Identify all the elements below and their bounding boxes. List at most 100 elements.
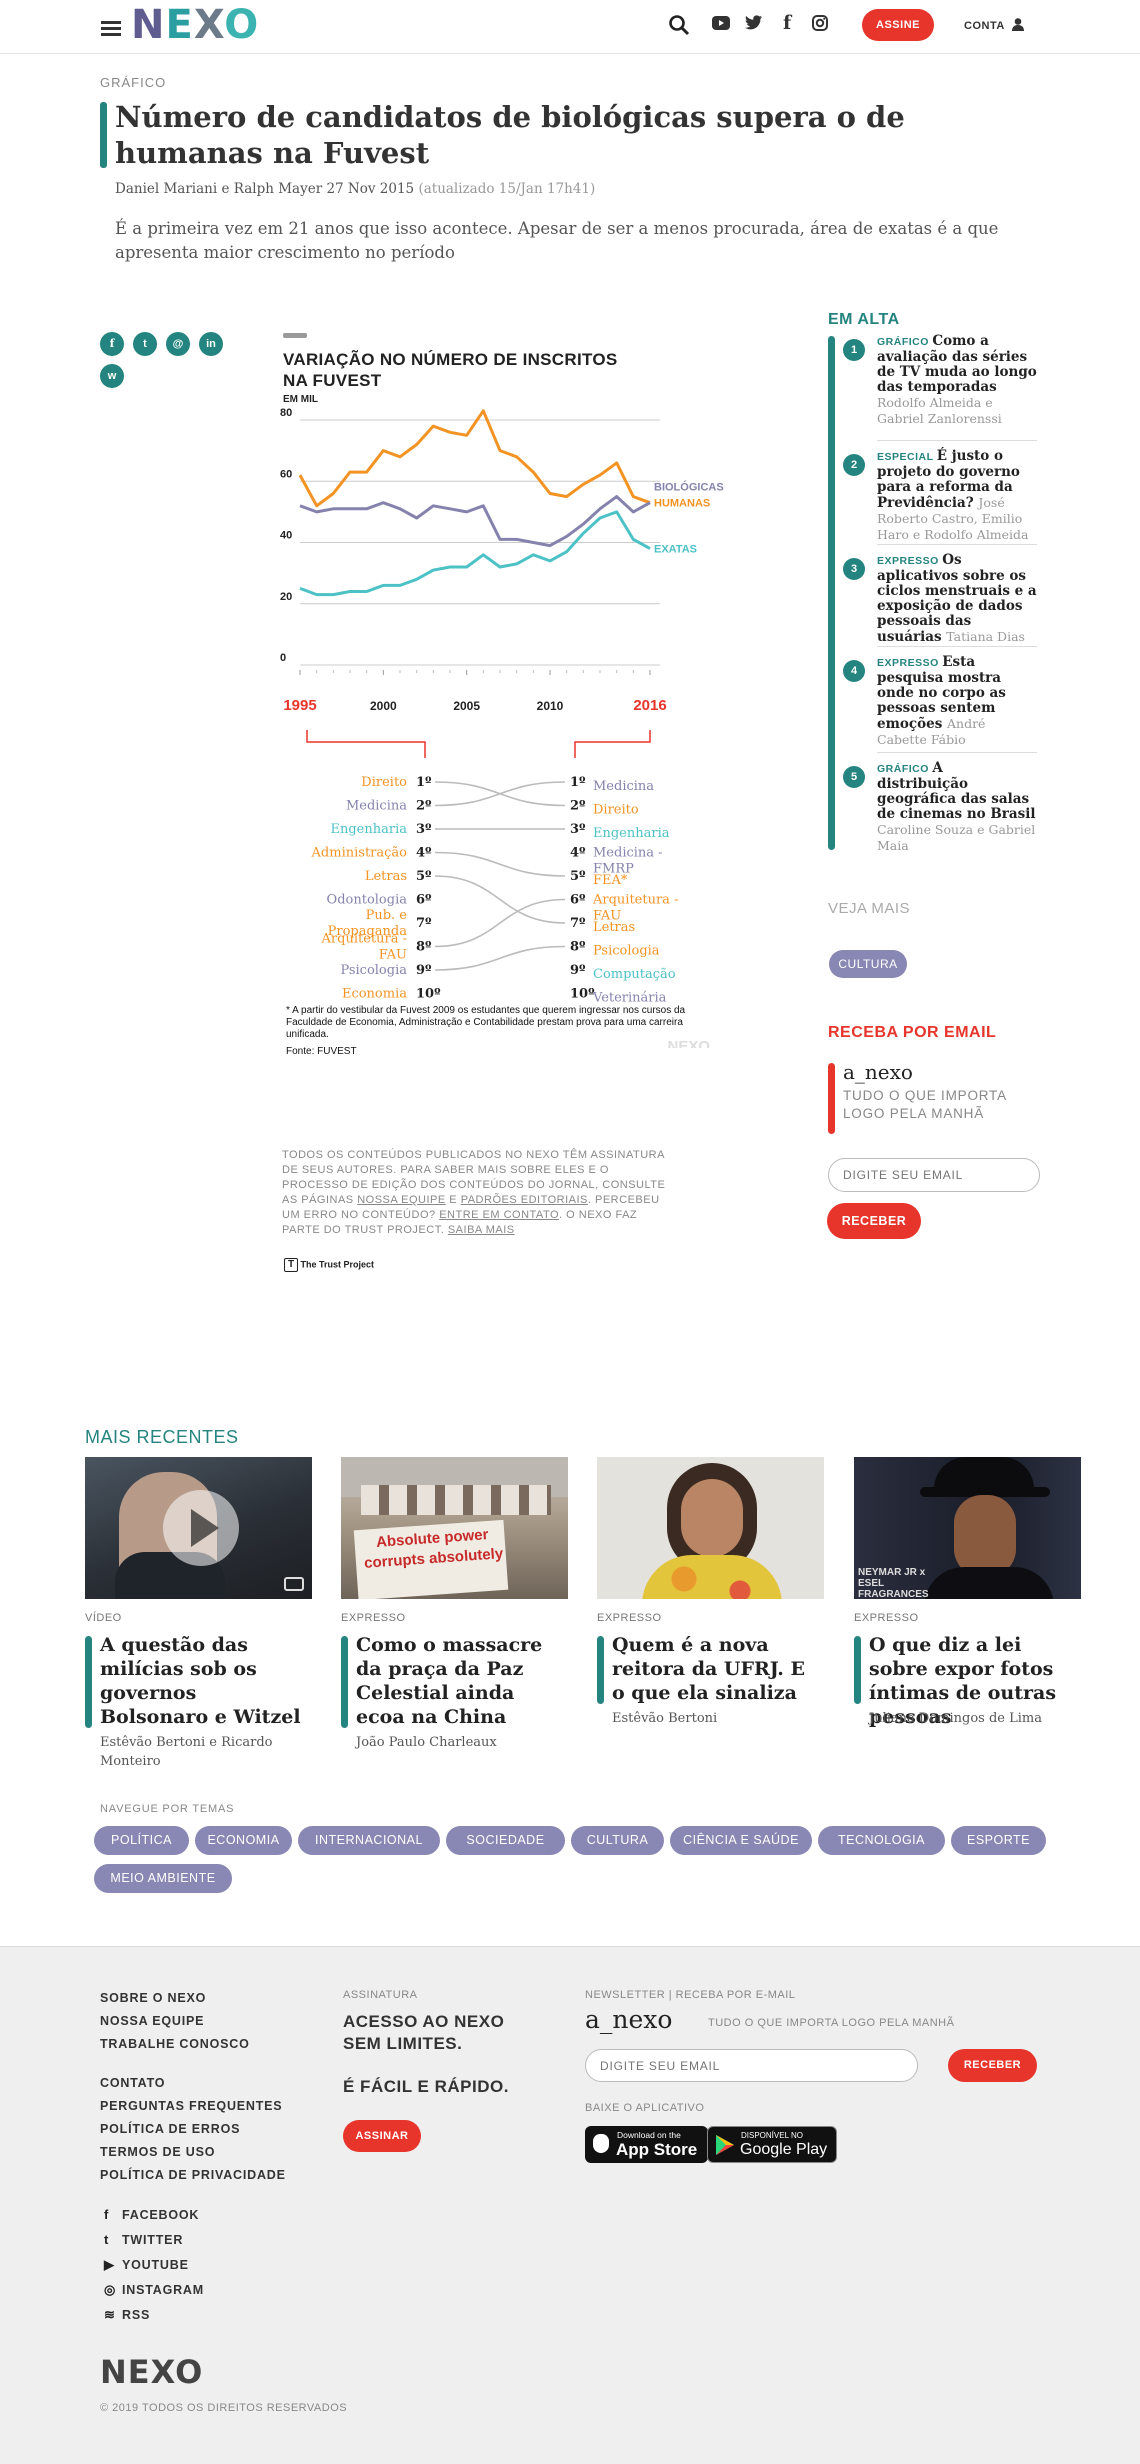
theme-tag[interactable]: ESPORTE [951, 1826, 1046, 1855]
rank-label-right: Arquitetura - [592, 893, 678, 908]
trending-authors: Caroline Souza e Gabriel Maia [877, 822, 1036, 853]
card-category: EXPRESSO [854, 1612, 919, 1624]
theme-tag[interactable]: ECONOMIA [195, 1826, 292, 1855]
subscription-line1: ACESSO AO NEXO SEM LIMITES. [343, 2012, 505, 2053]
share-twitter-icon[interactable]: t [133, 332, 157, 356]
footer-social-twitter[interactable]: t TWITTER [104, 2232, 183, 2247]
trust-project-logo[interactable]: T The Trust Project [284, 1258, 374, 1272]
article-kicker: GRÁFICO [100, 75, 167, 90]
trending-item[interactable]: GRÁFICO A distribuição geográfica das sa… [877, 761, 1037, 854]
card-3-image[interactable] [597, 1457, 824, 1599]
card-title[interactable]: A questão das milícias sob os governos B… [100, 1633, 310, 1729]
footer-receive-button[interactable]: RECEBER [948, 2049, 1037, 2082]
trending-category: EXPRESSO [877, 657, 943, 669]
rank-link [434, 875, 566, 924]
link-contact[interactable]: ENTRE EM CONTATO [439, 1209, 559, 1221]
rank-position-left: 1º [416, 775, 432, 790]
share-whatsapp-icon[interactable]: w [100, 364, 124, 388]
footer-subscribe-button[interactable]: ASSINAR [343, 2120, 421, 2152]
footer-logo[interactable]: NEXO [100, 2353, 203, 2391]
youtube-icon[interactable] [712, 16, 730, 30]
theme-tag[interactable]: CIÊNCIA E SAÚDE [670, 1826, 812, 1855]
theme-tag[interactable]: MEIO AMBIENTE [94, 1864, 232, 1893]
link-editorial-standards[interactable]: PADRÕES EDITORIAIS [461, 1194, 588, 1206]
share-email-icon[interactable]: @ [166, 332, 190, 356]
rank-position-right: 1º [570, 775, 586, 790]
footer-social-instagram[interactable]: ◎ INSTAGRAM [104, 2282, 204, 2298]
footer-link[interactable]: CONTATO [100, 2076, 165, 2090]
share-linkedin-icon[interactable]: in [199, 332, 223, 356]
card-1-image[interactable] [85, 1457, 312, 1599]
twitter-icon[interactable] [745, 15, 762, 30]
y-tick-label: 80 [280, 407, 292, 419]
card-category: VÍDEO [85, 1612, 122, 1624]
theme-tag[interactable]: TECNOLOGIA [818, 1826, 945, 1855]
y-tick-label: 40 [280, 530, 292, 542]
theme-tag[interactable]: INTERNACIONAL [298, 1826, 440, 1855]
footer-email-input[interactable] [585, 2049, 918, 2082]
newsletter-bar [828, 1063, 835, 1134]
rank-position-right: 7º [570, 916, 586, 931]
footer-link[interactable]: TRABALHE CONOSCO [100, 2037, 250, 2051]
rank-label-left: Medicina [346, 799, 407, 814]
google-play-icon [716, 2135, 734, 2155]
x-tick-label: 1995 [283, 697, 316, 714]
rank-label-right: Engenharia [593, 826, 670, 841]
newsletter-title: RECEBA POR EMAIL [828, 1024, 997, 1041]
footer-link[interactable]: SOBRE O NEXO [100, 1991, 206, 2005]
theme-tag[interactable]: POLÍTICA [94, 1826, 189, 1855]
trending-item[interactable]: ESPECIAL É justo o projeto do governo pa… [877, 449, 1037, 543]
link-trust-learn-more[interactable]: SAIBA MAIS [448, 1224, 515, 1236]
google-play-badge[interactable]: DISPONÍVEL NO Google Play [707, 2126, 837, 2163]
rank-label-right: Computação [593, 967, 676, 982]
tag-cultura[interactable]: CULTURA [829, 950, 907, 978]
trust-project-icon: T [284, 1258, 298, 1272]
rank-position-right: 9º [570, 963, 586, 978]
trending-item[interactable]: EXPRESSO Esta pesquisa mostra onde no co… [877, 655, 1037, 748]
menu-icon[interactable] [101, 18, 121, 39]
app-store-badge[interactable]: Download on the App Store [585, 2126, 708, 2163]
face [681, 1479, 743, 1557]
rank-label-right: Direito [593, 803, 639, 818]
share-facebook-icon[interactable]: f [100, 332, 124, 356]
footer-social-youtube[interactable]: ▶ YOUTUBE [104, 2257, 189, 2273]
card-2-image[interactable]: Absolute power corrupts absolutely [341, 1457, 568, 1599]
trending-item[interactable]: EXPRESSO Os aplicativos sobre os ciclos … [877, 553, 1037, 645]
rank-label-left: Administração [311, 846, 408, 861]
appstore-small: Download on the [617, 2130, 681, 2140]
footer-link[interactable]: POLÍTICA DE ERROS [100, 2122, 240, 2136]
trending-authors: Tatiana Dias [946, 629, 1025, 644]
rank-link [434, 945, 566, 971]
rank-link [434, 898, 566, 948]
facebook-icon[interactable]: f [783, 12, 791, 34]
card-title[interactable]: Quem é a nova reitora da UFRJ. E o que e… [612, 1633, 822, 1705]
sidebar-email-input[interactable] [828, 1158, 1040, 1192]
link-our-team[interactable]: NOSSA EQUIPE [357, 1194, 446, 1206]
footer-link[interactable]: NOSSA EQUIPE [100, 2014, 204, 2028]
theme-tag[interactable]: SOCIEDADE [446, 1826, 565, 1855]
chart-footnote: * A partir do vestibular da Fuvest 2009 … [286, 1005, 686, 1040]
footer-social-label: RSS [122, 2308, 151, 2322]
card-accent-bar [341, 1636, 348, 1728]
instagram-icon[interactable] [812, 15, 828, 31]
footer-social-facebook[interactable]: f FACEBOOK [104, 2207, 199, 2222]
account-link[interactable]: CONTA [964, 18, 1024, 32]
footer-social-rss[interactable]: ≋ RSS [104, 2307, 150, 2323]
sidebar-receive-button[interactable]: RECEBER [827, 1203, 921, 1239]
rank-label-left: Psicologia [340, 963, 407, 978]
card-title[interactable]: Como o massacre da praça da Paz Celestia… [356, 1633, 566, 1729]
site-header: NEXO f ASSINE CONTA [0, 0, 1140, 54]
chart-kicker-bar [283, 333, 307, 338]
subscription-kicker: ASSINATURA [343, 1989, 418, 2001]
footer-link[interactable]: POLÍTICA DE PRIVACIDADE [100, 2168, 286, 2182]
search-icon[interactable] [668, 14, 690, 36]
card-4-image[interactable]: NEYMAR JR x ESEL FRAGRANCES [854, 1457, 1081, 1599]
footer-link[interactable]: TERMOS DE USO [100, 2145, 215, 2159]
chart-source: Fonte: FUVEST [286, 1046, 357, 1057]
x-tick-label: 2016 [633, 697, 666, 714]
subscribe-button[interactable]: ASSINE [862, 9, 934, 41]
trending-item[interactable]: GRÁFICO Como a avaliação das séries de T… [877, 334, 1037, 427]
footer-link[interactable]: PERGUNTAS FREQUENTES [100, 2099, 282, 2113]
theme-tag[interactable]: CULTURA [571, 1826, 664, 1855]
site-logo[interactable]: NEXO [131, 2, 259, 48]
